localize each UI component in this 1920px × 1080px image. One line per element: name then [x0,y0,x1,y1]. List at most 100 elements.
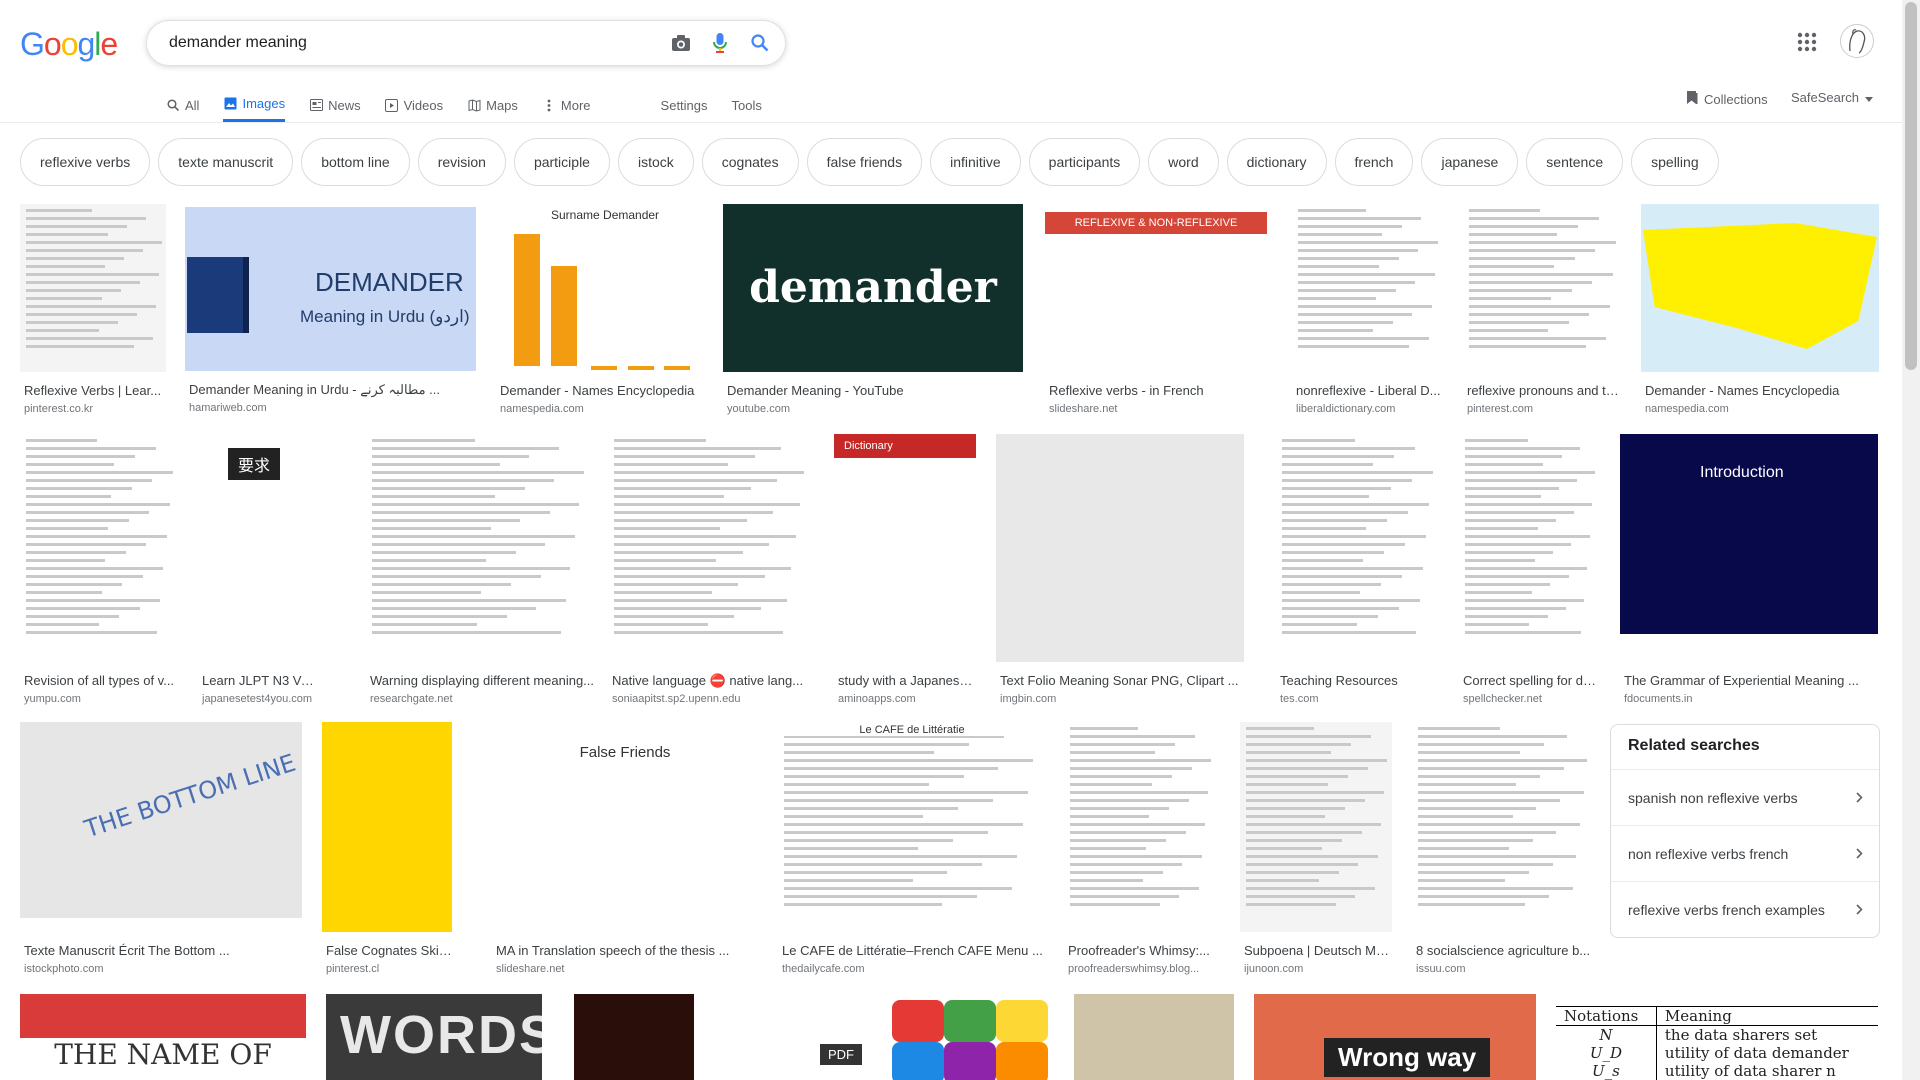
result-title[interactable]: Correct spelling for de... [1463,673,1599,688]
microphone-icon[interactable] [707,30,733,56]
result-title[interactable]: False Cognates Skinny... [326,943,452,958]
result-thumbnail[interactable] [366,434,594,662]
image-result-card[interactable]: Notations Meaning Nthe data sharers set U_D… [1556,994,1878,1080]
related-search-item[interactable]: spanish non reflexive verbs [1611,769,1879,825]
image-result-card[interactable]: Correct spelling for de... spellchecker.n… [1459,434,1599,706]
result-thumbnail[interactable] [1240,722,1392,932]
image-result-card[interactable]: Teaching Resources tes.com [1276,434,1438,706]
apps-grid-icon[interactable] [1795,30,1819,54]
result-thumbnail[interactable]: REFLEXIVE & NON-REFLEXIVE [1045,204,1267,372]
suggestion-chip[interactable]: false friends [806,138,923,186]
image-result-card[interactable]: False Friends MA in Translation speech of… [492,722,758,976]
result-title[interactable]: Warning displaying different meaning... [370,673,594,688]
result-source[interactable]: proofreaderswhimsy.blog... [1068,963,1216,975]
tab-maps[interactable]: Maps [467,88,518,122]
image-result-card[interactable]: Native language ⛔ native lang... soniaapi… [608,434,812,706]
result-thumbnail[interactable]: 要求 [198,434,318,662]
result-thumbnail[interactable] [20,434,178,662]
image-result-card[interactable]: Subpoena | Deutsch Me... ijunoon.com [1240,722,1392,976]
image-result-card[interactable]: Revision of all types of v... yumpu.com [20,434,178,706]
result-thumbnail[interactable] [1641,204,1879,372]
image-result-card[interactable] [1074,994,1234,1080]
result-title[interactable]: Native language ⛔ native lang... [612,673,812,689]
image-result-card[interactable]: demander Demander Meaning - YouTube youtub… [723,204,1023,416]
suggestion-chip[interactable]: cognates [701,138,799,186]
result-thumbnail[interactable] [1412,722,1594,932]
camera-icon[interactable] [668,30,694,56]
result-thumbnail[interactable] [1292,204,1442,372]
result-title[interactable]: study with a Japanese... [838,673,976,688]
safesearch-button[interactable]: SafeSearch [1791,90,1873,105]
image-result-card[interactable]: False Cognates Skinny... pinterest.cl [322,722,452,976]
search-input[interactable] [167,31,651,55]
result-source[interactable]: soniaapitst.sp2.upenn.edu [612,693,812,705]
scrollbar-thumb[interactable] [1905,2,1917,370]
result-title[interactable]: nonreflexive - Liberal D... [1296,383,1442,398]
result-source[interactable]: namespedia.com [1645,403,1879,415]
image-result-card[interactable]: Text Folio Meaning Sonar PNG, Clipart ..… [996,434,1244,706]
related-search-item[interactable]: non reflexive verbs french [1611,825,1879,881]
image-result-card[interactable]: Dictionary study with a Japanese... aminoa… [834,434,976,706]
result-title[interactable]: Le CAFE de Littératie–French CAFE Menu .… [782,943,1046,958]
suggestion-chip[interactable]: texte manuscrit [158,138,294,186]
result-thumbnail[interactable]: Introduction [1620,434,1878,634]
result-source[interactable]: pinterest.co.kr [24,403,166,415]
related-search-item[interactable]: reflexive verbs french examples [1611,881,1879,937]
result-title[interactable]: MA in Translation speech of the thesis .… [496,943,758,958]
result-source[interactable]: thedailycafe.com [782,963,1046,975]
result-title[interactable]: 8 socialscience agriculture b... [1416,943,1594,958]
result-thumbnail[interactable] [1459,434,1599,662]
result-title[interactable]: Learn JLPT N3 Vocab... [202,673,318,688]
result-source[interactable]: japanesetest4you.com [202,693,318,705]
suggestion-chip[interactable]: participants [1028,138,1141,186]
result-thumbnail[interactable]: False Friends [492,722,758,932]
result-thumbnail[interactable]: Dictionary [834,434,976,662]
image-result-card[interactable] [574,994,694,1080]
result-thumbnail[interactable]: THE BOTTOM LINE [20,722,302,918]
result-title[interactable]: Text Folio Meaning Sonar PNG, Clipart ..… [1000,673,1244,688]
image-result-card[interactable]: Warning displaying different meaning... r… [366,434,594,706]
result-title[interactable]: Demander Meaning in Urdu - مطالبہ کرنے .… [189,382,476,398]
result-title[interactable]: The Grammar of Experiential Meaning ... [1624,673,1878,688]
result-source[interactable]: ijunoon.com [1244,963,1392,975]
image-result-card[interactable]: Surname Demander Demander - Names Encyclo… [496,204,704,416]
image-result-card[interactable]: Le CAFE de Littératie Le CAFE de Littérat… [778,722,1046,976]
result-thumbnail[interactable]: Le CAFE de Littératie [778,722,1046,932]
result-title[interactable]: Reflexive Verbs | Lear... [24,383,166,398]
tab-news[interactable]: News [309,88,361,122]
collections-button[interactable]: Collections [1686,90,1768,108]
result-source[interactable]: imgbin.com [1000,693,1244,705]
image-result-card[interactable]: nonreflexive - Liberal D... liberaldictio… [1292,204,1442,416]
suggestion-chip[interactable]: participle [513,138,610,186]
suggestion-chip[interactable]: dictionary [1226,138,1327,186]
avatar[interactable] [1840,24,1874,58]
image-result-card[interactable]: WORDS [326,994,542,1080]
result-source[interactable]: tes.com [1280,693,1438,705]
image-result-card[interactable]: Demander - Names Encyclopedia namespedia.… [1641,204,1879,416]
result-thumbnail[interactable]: Surname Demander [496,204,704,372]
result-source[interactable]: yumpu.com [24,693,178,705]
result-source[interactable]: aminoapps.com [838,693,976,705]
result-source[interactable]: fdocuments.in [1624,693,1878,705]
result-source[interactable]: istockphoto.com [24,963,302,975]
result-source[interactable]: slideshare.net [496,963,758,975]
suggestion-chip[interactable]: word [1148,138,1219,186]
result-thumbnail[interactable] [20,204,166,372]
result-source[interactable]: pinterest.cl [326,963,452,975]
search-icon[interactable] [747,30,773,56]
image-result-card[interactable]: Introduction The Grammar of Experiential … [1620,434,1878,706]
result-thumbnail[interactable]: DEMANDER Meaning in Urdu (اردو) [185,207,476,371]
vertical-scrollbar[interactable] [1902,0,1920,1080]
result-thumbnail[interactable] [322,722,452,932]
tab-images[interactable]: Images [223,88,286,122]
settings-link[interactable]: Settings [661,88,708,122]
google-logo[interactable]: Google [20,26,118,63]
tab-more[interactable]: More [542,88,591,122]
tools-link[interactable]: Tools [732,88,762,122]
result-title[interactable]: Reflexive verbs - in French [1049,383,1267,398]
suggestion-chip[interactable]: istock [617,138,694,186]
result-title[interactable]: Demander - Names Encyclopedia [1645,383,1879,398]
result-thumbnail[interactable] [1064,722,1216,932]
result-thumbnail[interactable] [608,434,812,662]
image-result-card[interactable]: Wrong way [1254,994,1536,1080]
